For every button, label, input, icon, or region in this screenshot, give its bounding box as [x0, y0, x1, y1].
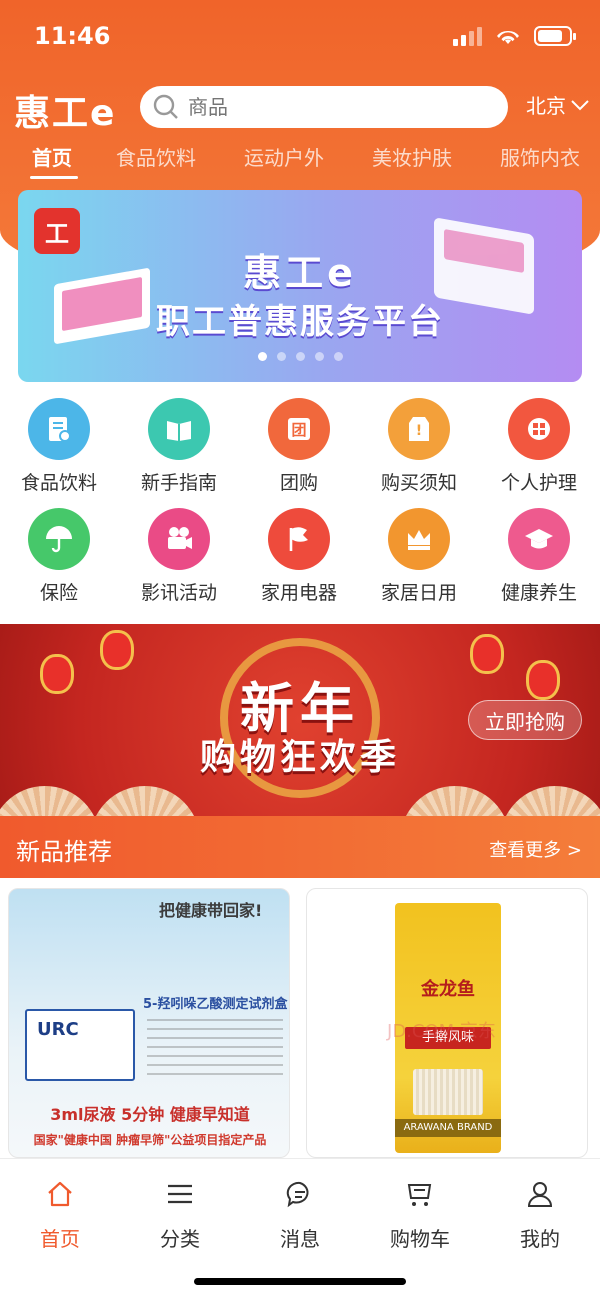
nav-label: 分类 — [160, 1227, 200, 1251]
fan-decoration — [500, 786, 600, 816]
fan-decoration — [400, 786, 510, 816]
carousel-dot[interactable] — [315, 352, 324, 361]
wifi-icon — [497, 30, 519, 44]
view-more-link[interactable]: 查看更多 > — [489, 836, 582, 862]
notice-tag-icon: ! — [388, 398, 450, 460]
category-health[interactable]: 健康养生 — [484, 508, 594, 605]
category-label: 影讯活动 — [140, 582, 217, 604]
category-insurance[interactable]: 保险 — [4, 508, 114, 605]
city-label: 北京 — [526, 94, 566, 118]
nav-label: 消息 — [280, 1227, 320, 1251]
chevron-down-icon — [571, 99, 589, 110]
hero-subtitle: 职工普惠服务平台 — [156, 302, 444, 342]
category-personal-care[interactable]: 个人护理 — [484, 398, 594, 495]
image-watermark: JD.COM 京东 — [387, 1021, 496, 1042]
menu-icon — [168, 1184, 192, 1204]
tab-apparel[interactable]: 服饰内衣 — [500, 142, 580, 171]
carousel-dot[interactable] — [296, 352, 305, 361]
umbrella-icon — [28, 508, 90, 570]
nav-category[interactable]: 分类 — [120, 1179, 240, 1252]
city-selector[interactable]: 北京 — [526, 90, 590, 119]
nav-profile[interactable]: 我的 — [480, 1179, 600, 1252]
buy-now-button[interactable]: 立即抢购 — [468, 700, 582, 740]
app-logo[interactable]: 惠工e — [14, 84, 116, 136]
category-purchase-notice[interactable]: ! 购买须知 — [364, 398, 474, 495]
category-home-goods[interactable]: 家居日用 — [364, 508, 474, 605]
search-bar[interactable] — [140, 86, 508, 128]
message-icon — [286, 1181, 309, 1208]
signal-icon — [453, 26, 482, 46]
product-slogan: 3ml尿液 5分钟 健康早知道 — [50, 1105, 250, 1124]
search-icon — [153, 94, 178, 119]
home-indicator[interactable] — [194, 1278, 406, 1285]
category-label: 家居日用 — [380, 582, 457, 604]
category-label: 购买须知 — [380, 472, 457, 494]
nav-cart[interactable]: 购物车 — [360, 1179, 480, 1252]
category-label: 团购 — [279, 472, 318, 494]
nav-messages[interactable]: 消息 — [240, 1179, 360, 1252]
category-label: 食品饮料 — [20, 472, 97, 494]
category-appliances[interactable]: 家用电器 — [244, 508, 354, 605]
cart-icon — [407, 1184, 432, 1206]
category-food-drink[interactable]: 食品饮料 — [4, 398, 114, 495]
care-kit-icon — [508, 398, 570, 460]
category-group-buy[interactable]: 团 团购 — [244, 398, 354, 495]
hero-title: 惠工e — [243, 251, 357, 295]
tab-home[interactable]: 首页 — [32, 142, 72, 171]
svg-text:团: 团 — [291, 421, 306, 439]
search-input[interactable] — [188, 95, 488, 119]
category-label: 家用电器 — [260, 582, 337, 604]
status-bar: 11:46 — [0, 0, 600, 70]
nav-label: 购物车 — [390, 1227, 450, 1251]
product-brand: 金龙鱼 — [421, 979, 475, 1000]
svg-text:!: ! — [416, 423, 422, 439]
group-buy-icon: 团 — [268, 398, 330, 460]
product-tagline: 国家"健康中国 肿瘤早筛"公益项目指定产品 — [33, 1133, 267, 1147]
book-icon — [148, 398, 210, 460]
fan-decoration — [0, 786, 100, 816]
status-time: 11:46 — [34, 22, 111, 50]
category-label: 健康养生 — [500, 582, 577, 604]
nav-home[interactable]: 首页 — [0, 1179, 120, 1252]
home-icon — [48, 1181, 72, 1207]
carousel-dot[interactable] — [334, 352, 343, 361]
tab-sports-outdoor[interactable]: 运动户外 — [244, 142, 324, 171]
category-label: 保险 — [39, 582, 78, 604]
new-products-header: 新品推荐 查看更多 > — [0, 816, 600, 878]
status-icons — [453, 26, 576, 46]
product-description-text — [147, 1019, 283, 1079]
category-guide[interactable]: 新手指南 — [124, 398, 234, 495]
tab-beauty[interactable]: 美妆护肤 — [372, 142, 452, 171]
product-card[interactable]: 金龙鱼 手擀风味 ARAWANA BRAND JD.COM 京东 — [306, 888, 588, 1158]
nav-label: 我的 — [520, 1227, 560, 1251]
product-card[interactable]: 把健康带回家! URC 5-羟吲哚乙酸测定试剂盒 3ml尿液 5分钟 健康早知道… — [8, 888, 290, 1158]
carousel-dot[interactable] — [277, 352, 286, 361]
product-box-image: URC — [25, 1009, 135, 1081]
section-title: 新品推荐 — [16, 838, 112, 866]
category-label: 个人护理 — [500, 472, 577, 494]
tab-food-drink[interactable]: 食品饮料 — [116, 142, 196, 171]
fan-decoration — [90, 786, 200, 816]
hero-banner[interactable]: 工 惠工e 职工普惠服务平台 — [18, 190, 582, 382]
carousel-dots — [258, 352, 343, 361]
category-tabs: 首页 食品饮料 运动户外 美妆护肤 服饰内衣 — [0, 142, 600, 182]
film-camera-icon — [148, 508, 210, 570]
flag-icon — [268, 508, 330, 570]
category-label: 新手指南 — [140, 472, 217, 494]
battery-icon — [534, 26, 576, 46]
user-icon — [527, 1182, 553, 1207]
product-name: 5-羟吲哚乙酸测定试剂盒 — [143, 997, 288, 1012]
tab-active-indicator — [30, 176, 78, 179]
category-film-events[interactable]: 影讯活动 — [124, 508, 234, 605]
nav-label: 首页 — [40, 1227, 80, 1251]
graduation-cap-icon — [508, 508, 570, 570]
product-headline: 把健康带回家! — [159, 901, 263, 920]
new-year-promo-banner[interactable]: 新年 购物狂欢季 立即抢购 — [0, 624, 600, 816]
noodle-illustration — [413, 1069, 483, 1115]
carousel-dot[interactable] — [258, 352, 267, 361]
document-certificate-icon — [28, 398, 90, 460]
brand-crown-icon — [388, 508, 450, 570]
package-brand-footer: ARAWANA BRAND — [395, 1119, 501, 1137]
